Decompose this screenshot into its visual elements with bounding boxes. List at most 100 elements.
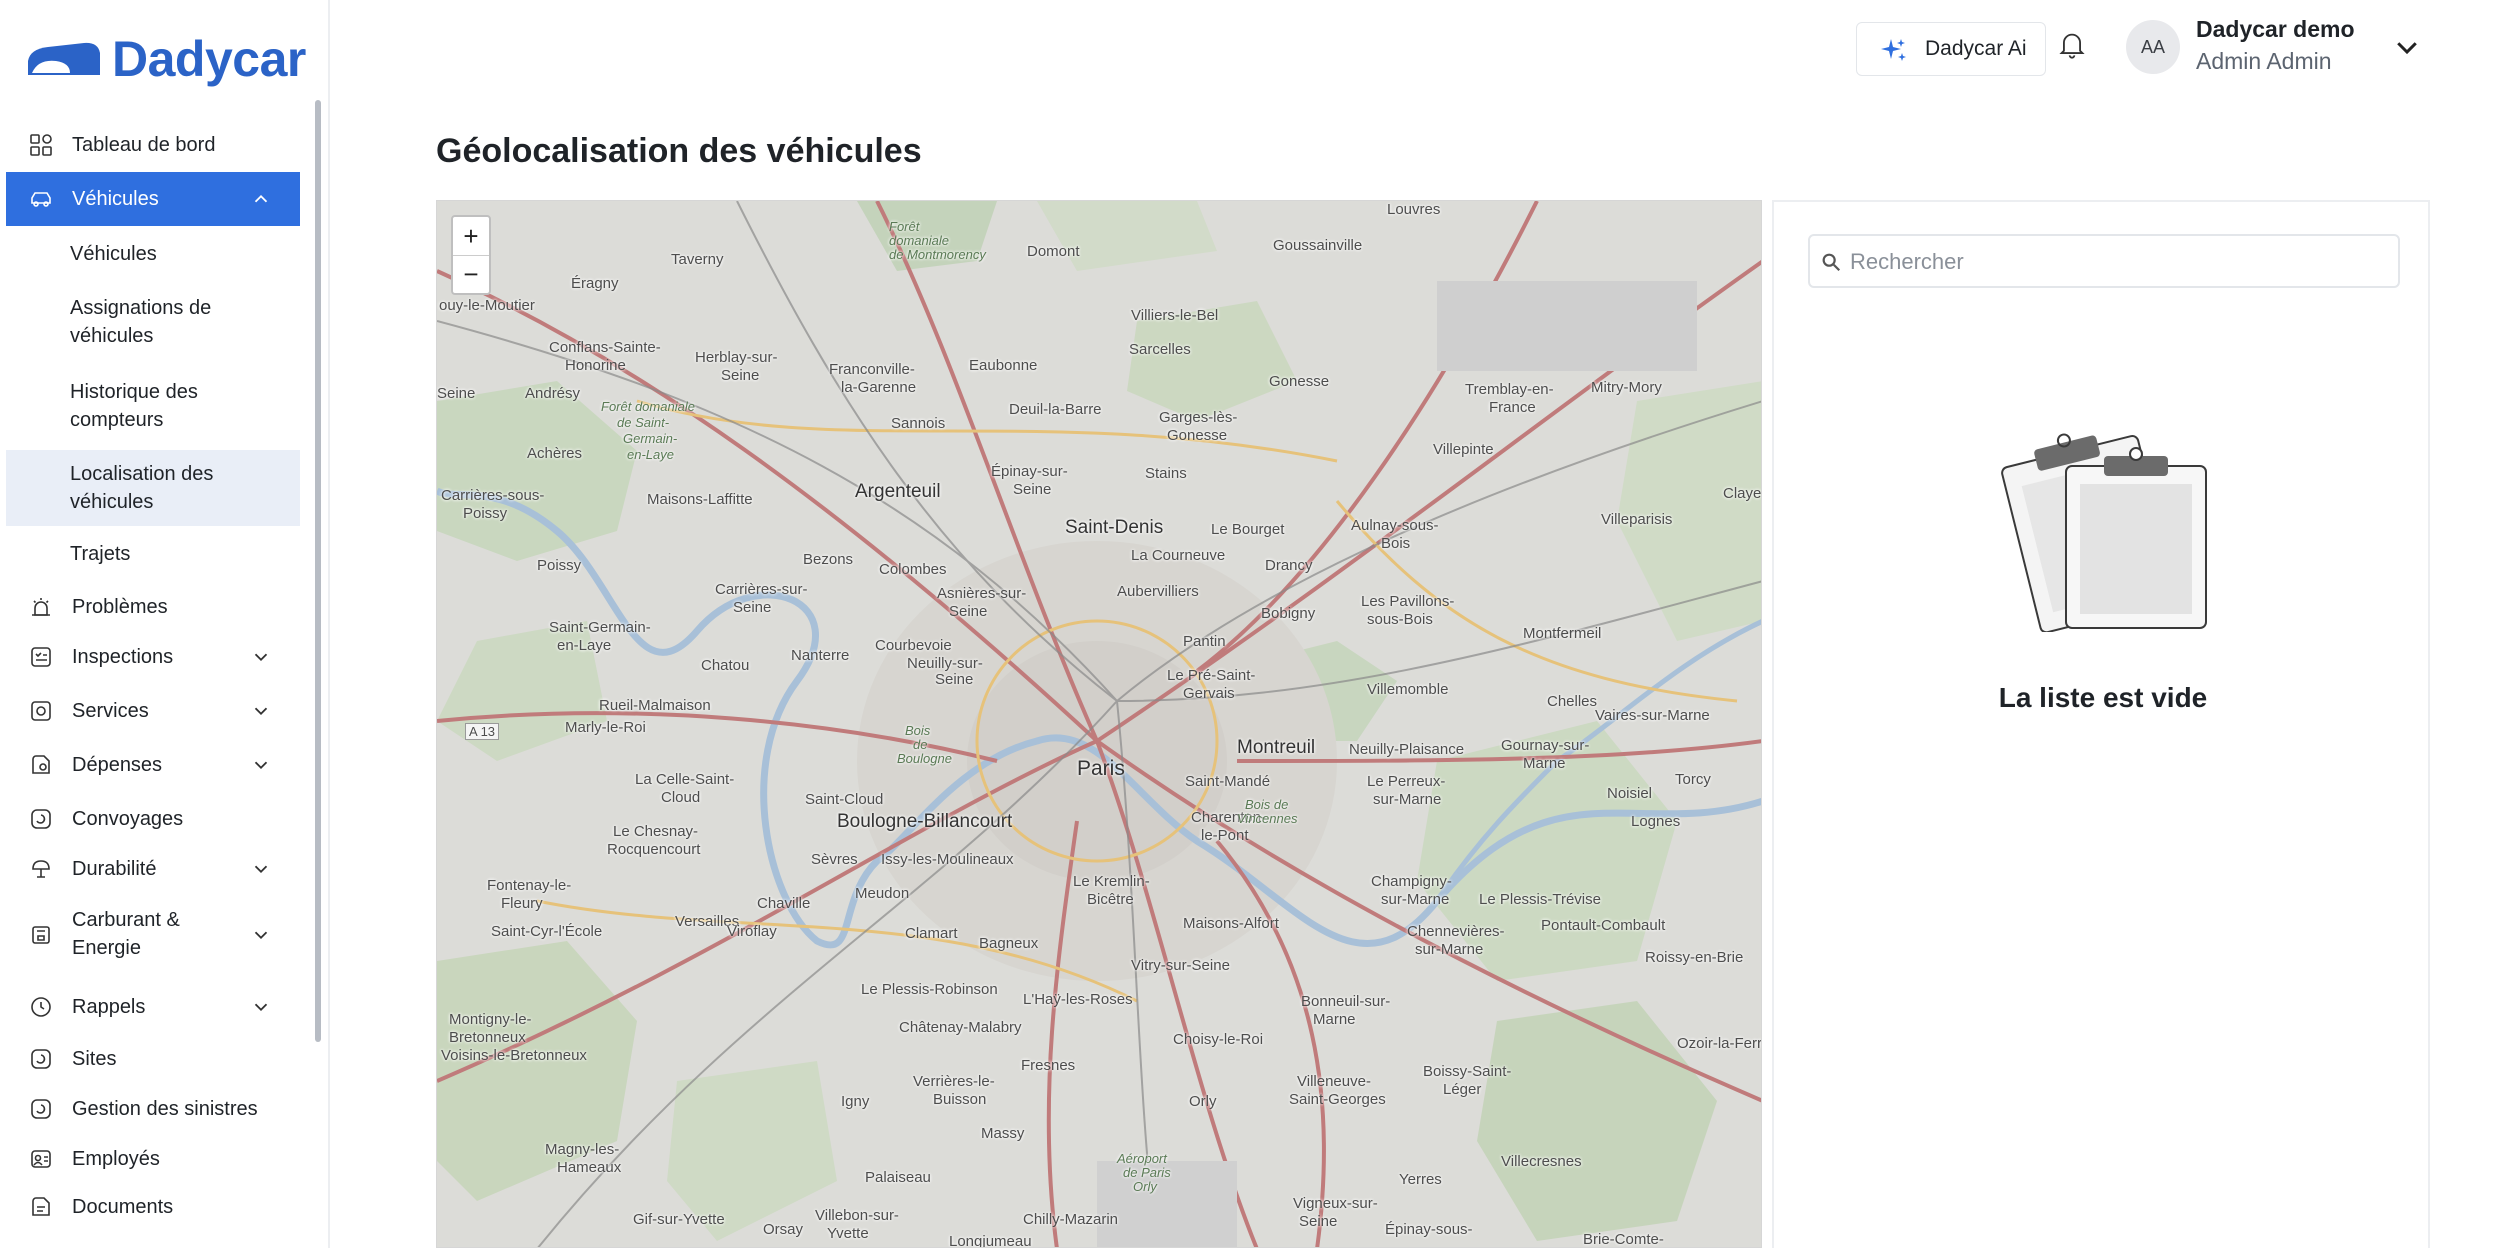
zoom-out-button[interactable]: − bbox=[453, 255, 489, 293]
map-label: A 13 bbox=[465, 723, 500, 740]
map-label: Bagneux bbox=[979, 935, 1039, 952]
map-label: Noisiel bbox=[1607, 785, 1653, 802]
map-label: Saint-Cloud bbox=[805, 791, 884, 808]
sidebar-item-inspections[interactable]: Inspections bbox=[6, 642, 300, 672]
map-label: Cloud bbox=[661, 789, 701, 806]
map-label: Épinay-sous- bbox=[1385, 1221, 1473, 1238]
map-label: Stains bbox=[1145, 465, 1187, 482]
chevron-down-icon bbox=[254, 653, 268, 662]
map-label: Argenteuil bbox=[855, 481, 941, 502]
sidebar-item-label-line2: Energie bbox=[72, 937, 141, 959]
chevron-down-icon[interactable] bbox=[2392, 32, 2422, 62]
map-label: Champigny- bbox=[1371, 873, 1452, 890]
zoom-in-button[interactable]: + bbox=[453, 217, 489, 255]
logo[interactable]: Dadycar bbox=[26, 30, 306, 88]
dadycar-ai-label: Dadycar Ai bbox=[1925, 37, 2027, 60]
map[interactable]: + − Paris Saint-Denis Argenteuil Montreu… bbox=[436, 200, 1762, 1248]
map-label: Sèvres bbox=[811, 851, 858, 868]
map-label: Saint-Denis bbox=[1065, 517, 1164, 538]
map-label: Achères bbox=[527, 445, 583, 462]
map-label: Marne bbox=[1313, 1011, 1356, 1028]
map-label: Neuilly-sur- bbox=[907, 655, 983, 672]
search-icon bbox=[1822, 253, 1841, 272]
map-label: Paris bbox=[1077, 757, 1125, 780]
map-label: Le Pré-Saint- bbox=[1167, 667, 1256, 684]
empty-list-message: La liste est vide bbox=[1998, 682, 2208, 713]
map-label: Bois bbox=[905, 723, 931, 738]
sidebar-item-sustainability[interactable]: Durabilité bbox=[6, 854, 300, 884]
map-label: Carrières-sous- bbox=[441, 487, 545, 504]
map-label: Saint-Georges bbox=[1289, 1091, 1386, 1108]
map-label: Épinay-sur- bbox=[991, 463, 1068, 480]
sidebar-item-employees[interactable]: Employés bbox=[6, 1144, 300, 1174]
map-label: de Montmorency bbox=[889, 247, 986, 262]
chevron-down-icon bbox=[254, 865, 268, 874]
map-label: le-Pont bbox=[1201, 827, 1249, 844]
map-label: Goussainville bbox=[1273, 237, 1363, 254]
car-logo-icon bbox=[28, 42, 100, 75]
sub-item-assignments[interactable]: Assignations de véhicules bbox=[6, 294, 300, 350]
map-label: Seine bbox=[1013, 481, 1052, 498]
sidebar-item-claims[interactable]: Gestion des sinistres bbox=[6, 1094, 300, 1124]
map-label: Maisons-Laffitte bbox=[647, 491, 753, 508]
map-label: Massy bbox=[981, 1125, 1025, 1142]
map-label: Vaires-sur-Marne bbox=[1595, 707, 1710, 724]
map-label: Poissy bbox=[537, 557, 582, 574]
map-label: Brie-Comte- bbox=[1583, 1231, 1664, 1248]
map-label: Montreuil bbox=[1237, 737, 1316, 758]
map-label: Longjumeau bbox=[949, 1233, 1032, 1248]
sidebar-scrollbar[interactable] bbox=[315, 100, 321, 1042]
map-label: de Saint- bbox=[617, 415, 670, 430]
map-label: Fontenay-le- bbox=[487, 877, 572, 894]
dadycar-ai-button[interactable]: Dadycar Ai bbox=[1856, 22, 2046, 76]
map-label: Colombes bbox=[879, 561, 947, 578]
sidebar-item-label: Gestion des sinistres bbox=[72, 1098, 258, 1120]
map-label: de bbox=[913, 737, 928, 752]
sidebar-item-reminders[interactable]: Rappels bbox=[6, 992, 300, 1022]
map-label: Lognes bbox=[1631, 813, 1681, 830]
map-label: Rueil-Malmaison bbox=[599, 697, 711, 714]
bell-icon[interactable] bbox=[2058, 30, 2086, 60]
sidebar-item-label: Durabilité bbox=[72, 858, 157, 880]
sidebar-item-dashboard[interactable]: Tableau de bord bbox=[6, 130, 300, 160]
map-label: Gournay-sur- bbox=[1501, 737, 1590, 754]
map-label: Seine bbox=[1299, 1213, 1338, 1230]
map-label: Marne bbox=[1523, 755, 1566, 772]
map-label: Gif-sur-Yvette bbox=[633, 1211, 725, 1228]
sub-item-vehicles[interactable]: Véhicules bbox=[6, 240, 300, 268]
sub-item-label: Assignations de bbox=[70, 297, 212, 319]
map-label: Vitry-sur-Seine bbox=[1131, 957, 1230, 974]
map-label: Fresnes bbox=[1021, 1057, 1076, 1074]
sub-item-trips[interactable]: Trajets bbox=[6, 540, 300, 568]
sidebar: Dadycar Tableau de bord Véhicules Véhicu… bbox=[0, 0, 330, 1248]
avatar[interactable]: AA bbox=[2126, 20, 2180, 74]
map-label: Viroflay bbox=[727, 923, 777, 940]
map-label: Bobigny bbox=[1261, 605, 1316, 622]
sidebar-item-fuel[interactable]: Carburant & Energie bbox=[6, 906, 300, 964]
map-label: Gonesse bbox=[1167, 427, 1228, 444]
map-label: Saint-Germain- bbox=[549, 619, 651, 636]
search-box[interactable] bbox=[1808, 234, 2400, 288]
vehicle-list-panel: La liste est vide bbox=[1772, 200, 2430, 1248]
map-label: Franconville- bbox=[829, 361, 915, 378]
sub-item-label: Véhicules bbox=[70, 243, 157, 265]
sidebar-item-expenses[interactable]: Dépenses bbox=[6, 750, 300, 780]
sidebar-item-label: Rappels bbox=[72, 996, 146, 1018]
sidebar-item-convoys[interactable]: Convoyages bbox=[6, 804, 300, 834]
employees-icon bbox=[28, 1146, 54, 1172]
sub-item-vehicle-location[interactable]: Localisation des véhicules bbox=[6, 450, 300, 526]
convoy-icon bbox=[28, 806, 54, 832]
map-label: Bretonneux bbox=[449, 1029, 526, 1046]
chevron-down-icon bbox=[254, 707, 268, 716]
sub-item-meter-history[interactable]: Historique des compteurs bbox=[6, 378, 300, 434]
map-label: Le Plessis-Trévise bbox=[1479, 891, 1601, 908]
sidebar-item-documents[interactable]: Documents bbox=[6, 1192, 300, 1222]
map-label: Villebon-sur- bbox=[815, 1207, 899, 1224]
sidebar-item-vehicles[interactable]: Véhicules bbox=[6, 172, 300, 226]
sidebar-item-problems[interactable]: Problèmes bbox=[6, 592, 300, 622]
search-input[interactable] bbox=[1850, 244, 2390, 280]
map-label: La Courneuve bbox=[1131, 547, 1226, 564]
sidebar-item-services[interactable]: Services bbox=[6, 696, 300, 726]
sidebar-item-sites[interactable]: Sites bbox=[6, 1044, 300, 1074]
map-label: Orly bbox=[1133, 1179, 1157, 1194]
